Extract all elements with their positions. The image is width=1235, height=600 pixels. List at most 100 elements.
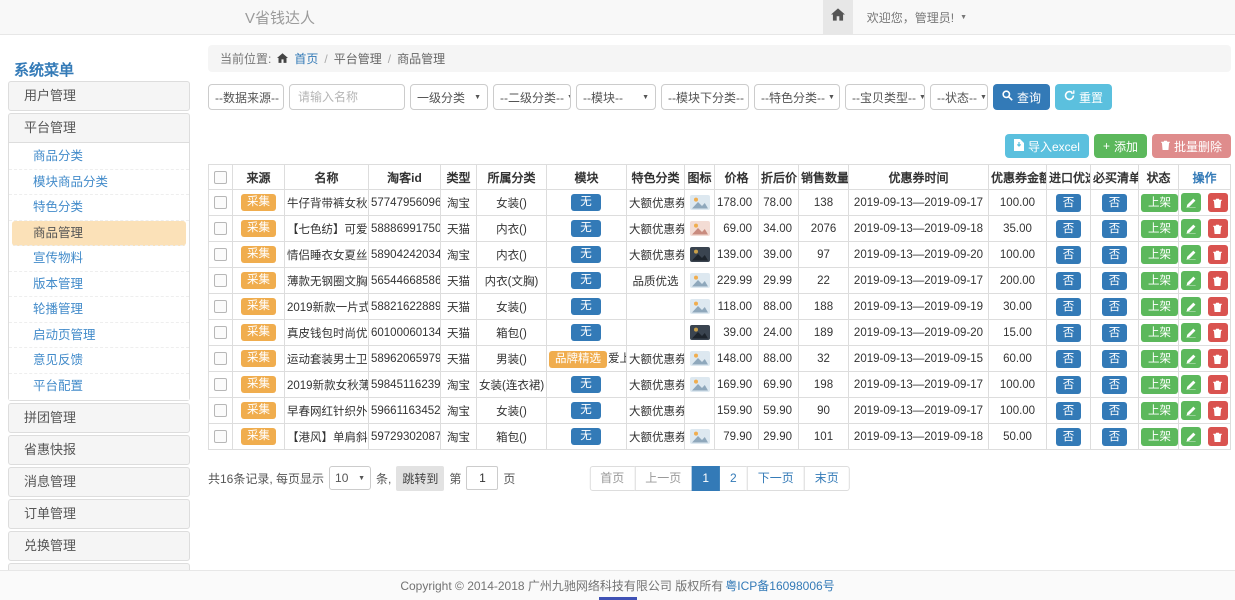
sidebar-item[interactable]: 模块商品分类 xyxy=(9,170,189,196)
pager-button[interactable]: 2 xyxy=(719,466,748,491)
sidebar-group-header[interactable]: 订单管理 xyxy=(9,500,189,528)
delete-button[interactable] xyxy=(1208,349,1228,368)
row-checkbox[interactable] xyxy=(214,248,227,261)
edit-button[interactable] xyxy=(1181,401,1201,420)
sidebar-item[interactable]: 宣传物料 xyxy=(9,246,189,272)
row-checkbox[interactable] xyxy=(214,404,227,417)
delete-button[interactable] xyxy=(1208,375,1228,394)
sidebar-item[interactable]: 特色分类 xyxy=(9,195,189,221)
sidebar-item[interactable]: 平台配置 xyxy=(9,374,189,400)
edit-button[interactable] xyxy=(1181,245,1201,264)
must-buy-toggle[interactable]: 否 xyxy=(1102,428,1128,446)
status-button[interactable]: 上架 xyxy=(1141,324,1178,342)
row-checkbox[interactable] xyxy=(214,326,227,339)
filter-select[interactable]: --模块--▼ xyxy=(576,84,656,110)
sidebar-group-header[interactable]: 用户管理 xyxy=(9,82,189,110)
pager-button[interactable]: 首页 xyxy=(589,466,635,491)
delete-button[interactable] xyxy=(1208,245,1228,264)
must-buy-toggle[interactable]: 否 xyxy=(1102,194,1128,212)
sidebar-item[interactable]: 意见反馈 xyxy=(9,348,189,374)
pager-button[interactable]: 上一页 xyxy=(634,466,692,491)
reset-button[interactable]: 重置 xyxy=(1055,84,1112,110)
row-checkbox[interactable] xyxy=(214,274,227,287)
sidebar-item[interactable]: 版本管理 xyxy=(9,272,189,298)
delete-button[interactable] xyxy=(1208,271,1228,290)
sidebar-item[interactable]: 轮播管理 xyxy=(9,297,189,323)
sidebar-group-header[interactable]: 省惠快报 xyxy=(9,436,189,464)
user-menu[interactable]: 欢迎您，管理员! ▼ xyxy=(867,9,967,26)
edit-button[interactable] xyxy=(1181,349,1201,368)
page-number-input[interactable] xyxy=(466,466,498,490)
import-select-toggle[interactable]: 否 xyxy=(1056,194,1082,212)
import-select-toggle[interactable]: 否 xyxy=(1056,272,1082,290)
sidebar-item[interactable]: 商品分类 xyxy=(9,144,189,170)
status-button[interactable]: 上架 xyxy=(1141,246,1178,264)
sidebar-group-header[interactable]: 兑换管理 xyxy=(9,532,189,560)
edit-button[interactable] xyxy=(1181,427,1201,446)
delete-button[interactable] xyxy=(1208,193,1228,212)
delete-button[interactable] xyxy=(1208,401,1228,420)
filter-select[interactable]: --宝贝类型--▼ xyxy=(845,84,925,110)
status-button[interactable]: 上架 xyxy=(1141,376,1178,394)
import-select-toggle[interactable]: 否 xyxy=(1056,402,1082,420)
sidebar-item[interactable]: 启动页管理 xyxy=(9,323,189,349)
must-buy-toggle[interactable]: 否 xyxy=(1102,272,1128,290)
delete-button[interactable] xyxy=(1208,323,1228,342)
sidebar-group-header[interactable]: 平台管理 xyxy=(9,114,189,142)
edit-button[interactable] xyxy=(1181,193,1201,212)
import-select-toggle[interactable]: 否 xyxy=(1056,298,1082,316)
status-button[interactable]: 上架 xyxy=(1141,402,1178,420)
edit-button[interactable] xyxy=(1181,375,1201,394)
sidebar-group-header[interactable]: 消息管理 xyxy=(9,468,189,496)
delete-button[interactable] xyxy=(1208,297,1228,316)
must-buy-toggle[interactable]: 否 xyxy=(1102,220,1128,238)
breadcrumb-home-link[interactable]: 首页 xyxy=(294,50,318,67)
select-all-checkbox[interactable] xyxy=(214,171,227,184)
edit-button[interactable] xyxy=(1181,323,1201,342)
delete-button[interactable] xyxy=(1208,219,1228,238)
filter-select[interactable]: --二级分类--▼ xyxy=(493,84,571,110)
must-buy-toggle[interactable]: 否 xyxy=(1102,246,1128,264)
filter-select[interactable]: --数据来源--▼ xyxy=(208,84,284,110)
import-select-toggle[interactable]: 否 xyxy=(1056,246,1082,264)
batch-delete-button[interactable]: 批量删除 xyxy=(1152,134,1231,158)
status-button[interactable]: 上架 xyxy=(1141,194,1178,212)
import-select-toggle[interactable]: 否 xyxy=(1056,376,1082,394)
status-button[interactable]: 上架 xyxy=(1141,350,1178,368)
filter-select[interactable]: --模块下分类--▼ xyxy=(661,84,749,110)
status-button[interactable]: 上架 xyxy=(1141,272,1178,290)
edit-button[interactable] xyxy=(1181,219,1201,238)
brand-title[interactable]: V省钱达人 xyxy=(245,7,315,28)
filter-select[interactable]: 一级分类▼ xyxy=(410,84,488,110)
row-checkbox[interactable] xyxy=(214,378,227,391)
search-button[interactable]: 查询 xyxy=(993,84,1050,110)
icp-link[interactable]: 粤ICP备16098006号 xyxy=(725,577,834,594)
per-page-select[interactable]: 10 ▼ xyxy=(329,466,371,490)
row-checkbox[interactable] xyxy=(214,352,227,365)
row-checkbox[interactable] xyxy=(214,222,227,235)
status-button[interactable]: 上架 xyxy=(1141,298,1178,316)
name-search-input[interactable] xyxy=(289,84,405,110)
pager-button[interactable]: 1 xyxy=(691,466,720,491)
pager-button[interactable]: 下一页 xyxy=(747,466,805,491)
home-button[interactable] xyxy=(823,0,853,34)
sidebar-group-header[interactable]: 拼团管理 xyxy=(9,404,189,432)
pager-button[interactable]: 末页 xyxy=(804,466,850,491)
must-buy-toggle[interactable]: 否 xyxy=(1102,402,1128,420)
must-buy-toggle[interactable]: 否 xyxy=(1102,298,1128,316)
delete-button[interactable] xyxy=(1208,427,1228,446)
import-select-toggle[interactable]: 否 xyxy=(1056,428,1082,446)
must-buy-toggle[interactable]: 否 xyxy=(1102,376,1128,394)
import-select-toggle[interactable]: 否 xyxy=(1056,350,1082,368)
edit-button[interactable] xyxy=(1181,297,1201,316)
row-checkbox[interactable] xyxy=(214,300,227,313)
filter-select[interactable]: --特色分类--▼ xyxy=(754,84,840,110)
import-select-toggle[interactable]: 否 xyxy=(1056,324,1082,342)
filter-select[interactable]: --状态--▼ xyxy=(930,84,988,110)
must-buy-toggle[interactable]: 否 xyxy=(1102,324,1128,342)
status-button[interactable]: 上架 xyxy=(1141,220,1178,238)
edit-button[interactable] xyxy=(1181,271,1201,290)
import-select-toggle[interactable]: 否 xyxy=(1056,220,1082,238)
status-button[interactable]: 上架 xyxy=(1141,428,1178,446)
import-excel-button[interactable]: 导入excel xyxy=(1005,134,1089,158)
